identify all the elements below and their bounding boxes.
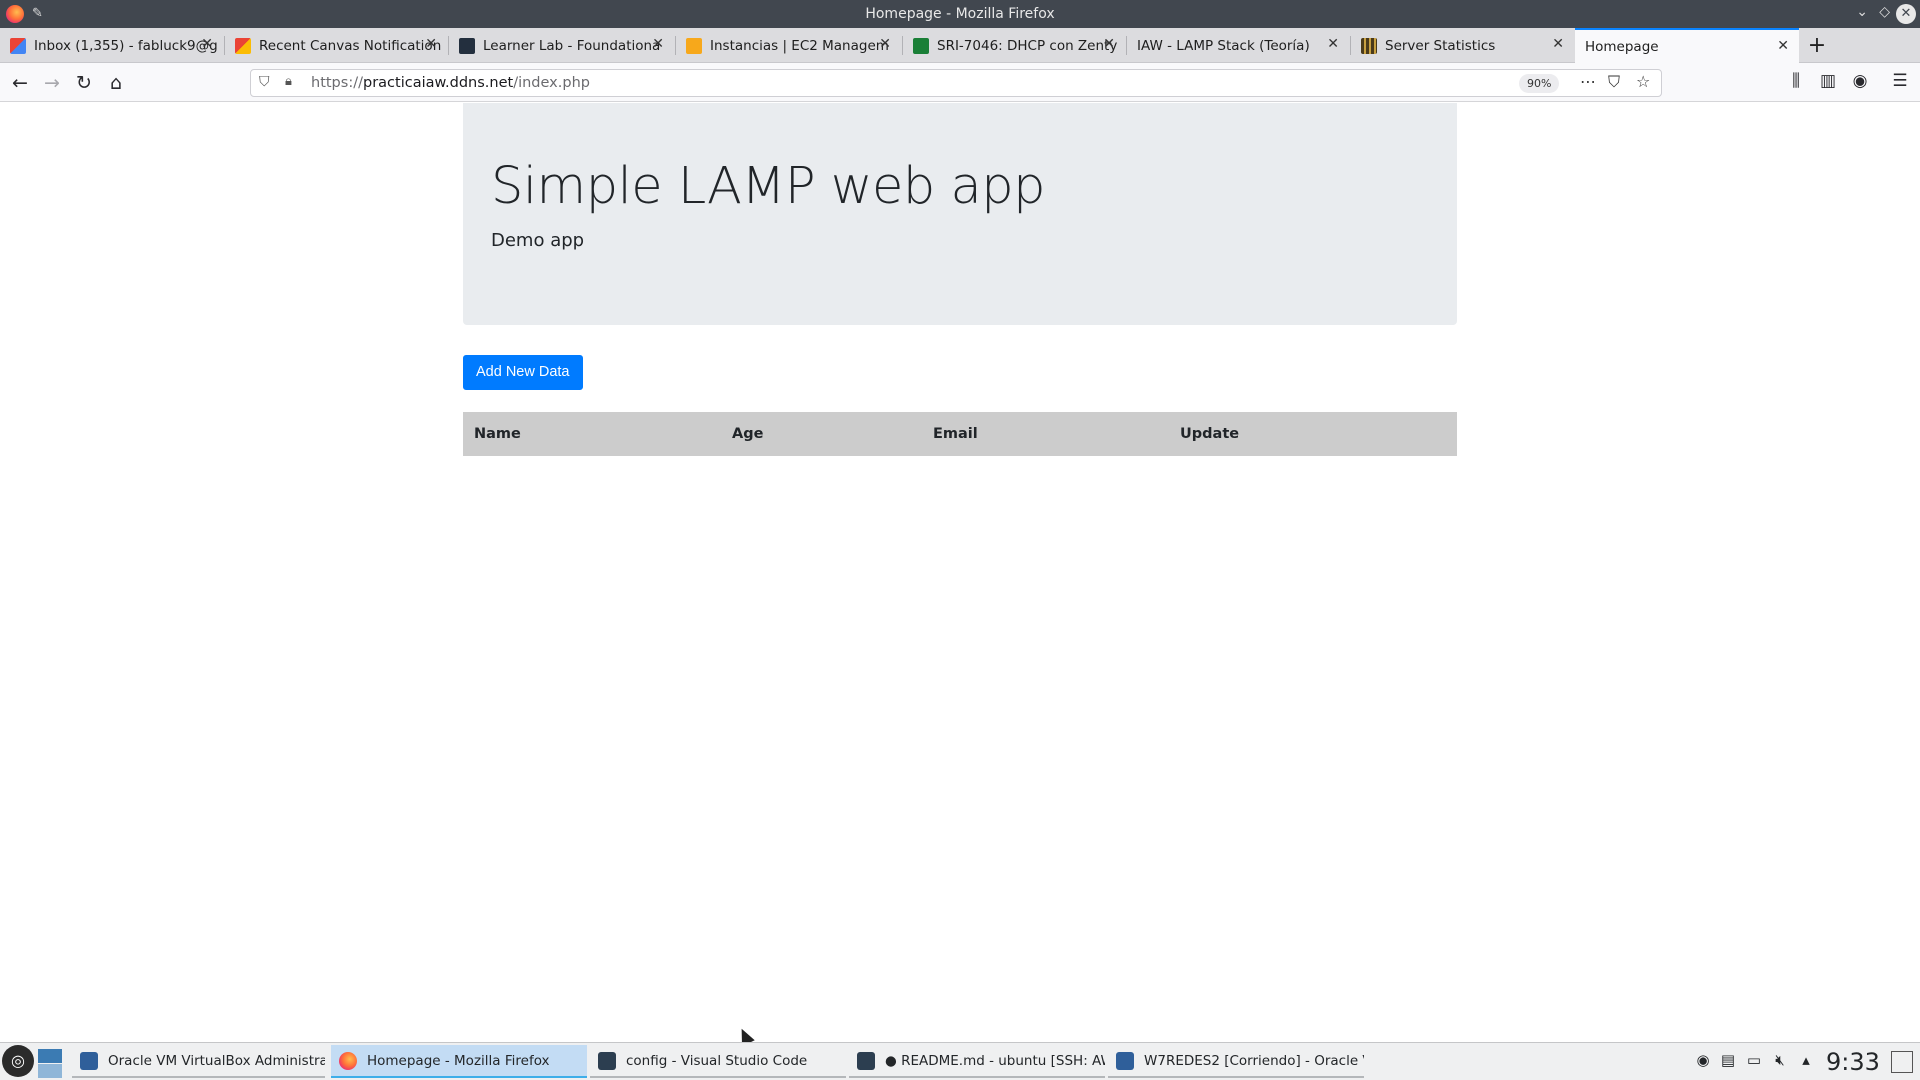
- tab-bar: Inbox (1,355) - fabluck9@g ✕ Recent Canv…: [0, 28, 1920, 63]
- tab-canvas-notification[interactable]: Recent Canvas Notification ✕: [225, 28, 447, 63]
- clipboard-icon[interactable]: ▤: [1717, 1051, 1739, 1069]
- back-button[interactable]: ←: [7, 70, 33, 96]
- tab-close-icon[interactable]: ✕: [425, 36, 437, 52]
- page-subtitle: Demo app: [491, 230, 585, 251]
- task-label: Homepage - Mozilla Firefox: [367, 1052, 550, 1069]
- network-icon[interactable]: ▭: [1743, 1051, 1765, 1069]
- tab-close-icon[interactable]: ✕: [1552, 36, 1564, 52]
- tab-iaw-lamp[interactable]: IAW - LAMP Stack (Teoría) ✕: [1127, 28, 1349, 63]
- tracking-protection-icon[interactable]: ⛉: [259, 74, 270, 90]
- lock-icon[interactable]: 🔒︎: [285, 74, 292, 89]
- page-content: Simple LAMP web app Demo app Add New Dat…: [0, 103, 1920, 1042]
- task-label: W7REDES2 [Corriendo] - Oracle V...: [1144, 1052, 1364, 1069]
- tab-close-icon[interactable]: ✕: [1103, 36, 1115, 52]
- gmail-icon: [10, 37, 26, 54]
- tab-close-icon[interactable]: ✕: [1327, 36, 1339, 52]
- tab-homepage[interactable]: Homepage ✕: [1575, 28, 1799, 63]
- new-tab-button[interactable]: +: [1805, 28, 1829, 63]
- column-header-update: Update: [1169, 412, 1457, 456]
- home-button[interactable]: ⌂: [103, 70, 129, 96]
- column-header-name: Name: [463, 412, 721, 456]
- window-titlebar: ✎ Homepage - Mozilla Firefox ⌄ ◇ ✕: [0, 0, 1920, 28]
- add-new-data-button[interactable]: Add New Data: [463, 355, 583, 390]
- task-label: config - Visual Studio Code: [626, 1052, 808, 1069]
- task-firefox[interactable]: Homepage - Mozilla Firefox: [331, 1045, 587, 1078]
- column-header-email: Email: [922, 412, 1169, 456]
- application-launcher-icon[interactable]: ◎: [2, 1045, 34, 1077]
- ec2-icon: [686, 37, 702, 54]
- page-actions-icon[interactable]: ⋯: [1580, 72, 1596, 91]
- url-text[interactable]: https://practicaiaw.ddns.net/index.php: [311, 70, 590, 97]
- stats-icon: [1361, 37, 1377, 54]
- data-table: Name Age Email Update: [463, 412, 1457, 456]
- minimize-icon[interactable]: ⌄: [1856, 4, 1868, 20]
- task-label: ● README.md - ubuntu [SSH: AWS...: [885, 1052, 1105, 1069]
- tab-close-icon[interactable]: ✕: [1777, 38, 1789, 54]
- sidebar-icon[interactable]: ▥: [1816, 71, 1840, 91]
- virtual-desktop-pager[interactable]: [36, 1047, 64, 1078]
- window-title: Homepage - Mozilla Firefox: [865, 6, 1055, 22]
- tab-sri-dhcp[interactable]: SRI-7046: DHCP con Zenty ✕: [903, 28, 1125, 63]
- tab-close-icon[interactable]: ✕: [201, 36, 213, 52]
- reload-button[interactable]: ↻: [71, 70, 97, 96]
- tab-inbox[interactable]: Inbox (1,355) - fabluck9@g ✕: [0, 28, 223, 63]
- zoom-indicator[interactable]: 90%: [1519, 74, 1560, 93]
- tab-label: Server Statistics: [1385, 37, 1496, 54]
- tab-close-icon[interactable]: ✕: [652, 36, 664, 52]
- vscode-icon: [598, 1051, 616, 1070]
- task-virtualbox-vm[interactable]: W7REDES2 [Corriendo] - Oracle V...: [1108, 1045, 1364, 1078]
- tab-ec2-instances[interactable]: Instancias | EC2 Managem ✕: [676, 28, 901, 63]
- window-close-button[interactable]: ✕: [1896, 4, 1916, 24]
- tab-server-statistics[interactable]: Server Statistics ✕: [1351, 28, 1574, 63]
- task-vscode-config[interactable]: config - Visual Studio Code: [590, 1045, 846, 1078]
- tab-label: Instancias | EC2 Managem: [710, 37, 889, 54]
- tab-label: Inbox (1,355) - fabluck9@g: [34, 37, 218, 54]
- task-label: Oracle VM VirtualBox Administrador: [108, 1052, 325, 1069]
- network-eye-icon[interactable]: ◉: [1692, 1051, 1714, 1069]
- tab-learner-lab[interactable]: Learner Lab - Foundationa ✕: [449, 28, 674, 63]
- clock[interactable]: 9:33: [1826, 1043, 1880, 1080]
- volume-muted-icon[interactable]: 🔇︎: [1769, 1051, 1791, 1069]
- forward-button[interactable]: →: [39, 70, 65, 96]
- tab-label: SRI-7046: DHCP con Zenty: [937, 37, 1118, 54]
- firefox-icon: [339, 1051, 357, 1070]
- show-desktop-icon[interactable]: [1891, 1051, 1913, 1073]
- gmail-icon: [235, 37, 251, 54]
- tab-label: Recent Canvas Notification: [259, 37, 442, 54]
- maximize-icon[interactable]: ◇: [1879, 4, 1890, 20]
- tab-label: Homepage: [1585, 38, 1659, 55]
- tab-label: IAW - LAMP Stack (Teoría): [1137, 37, 1310, 54]
- jumbotron: Simple LAMP web app Demo app: [463, 103, 1457, 325]
- taskbar: ◎ Oracle VM VirtualBox Administrador Hom…: [0, 1042, 1920, 1080]
- pocket-icon[interactable]: ⛉: [1608, 72, 1620, 92]
- tray-expand-icon[interactable]: ▴: [1795, 1051, 1817, 1069]
- address-bar[interactable]: ⛉ 🔒︎ https://practicaiaw.ddns.net/index.…: [250, 69, 1662, 97]
- tab-label: Learner Lab - Foundationa: [483, 37, 661, 54]
- virtualbox-icon: [80, 1051, 98, 1070]
- navigation-toolbar: ← → ↻ ⌂ ⛉ 🔒︎ https://practicaiaw.ddns.ne…: [0, 63, 1920, 102]
- page-title: Simple LAMP web app: [491, 157, 1045, 216]
- aws-icon: [459, 37, 475, 54]
- task-vscode-readme[interactable]: ● README.md - ubuntu [SSH: AWS...: [849, 1045, 1105, 1078]
- column-header-age: Age: [721, 412, 922, 456]
- tab-close-icon[interactable]: ✕: [879, 36, 891, 52]
- table-header-row: Name Age Email Update: [463, 412, 1457, 456]
- library-icon[interactable]: ⫼: [1784, 71, 1808, 91]
- virtualbox-icon: [1116, 1051, 1134, 1070]
- bookmark-star-icon[interactable]: ☆: [1636, 72, 1650, 91]
- menu-icon[interactable]: ☰: [1888, 71, 1912, 91]
- task-virtualbox-manager[interactable]: Oracle VM VirtualBox Administrador: [72, 1045, 325, 1078]
- account-icon[interactable]: ◉: [1848, 71, 1872, 91]
- atlassian-icon: [913, 37, 929, 54]
- vscode-icon: [857, 1051, 875, 1070]
